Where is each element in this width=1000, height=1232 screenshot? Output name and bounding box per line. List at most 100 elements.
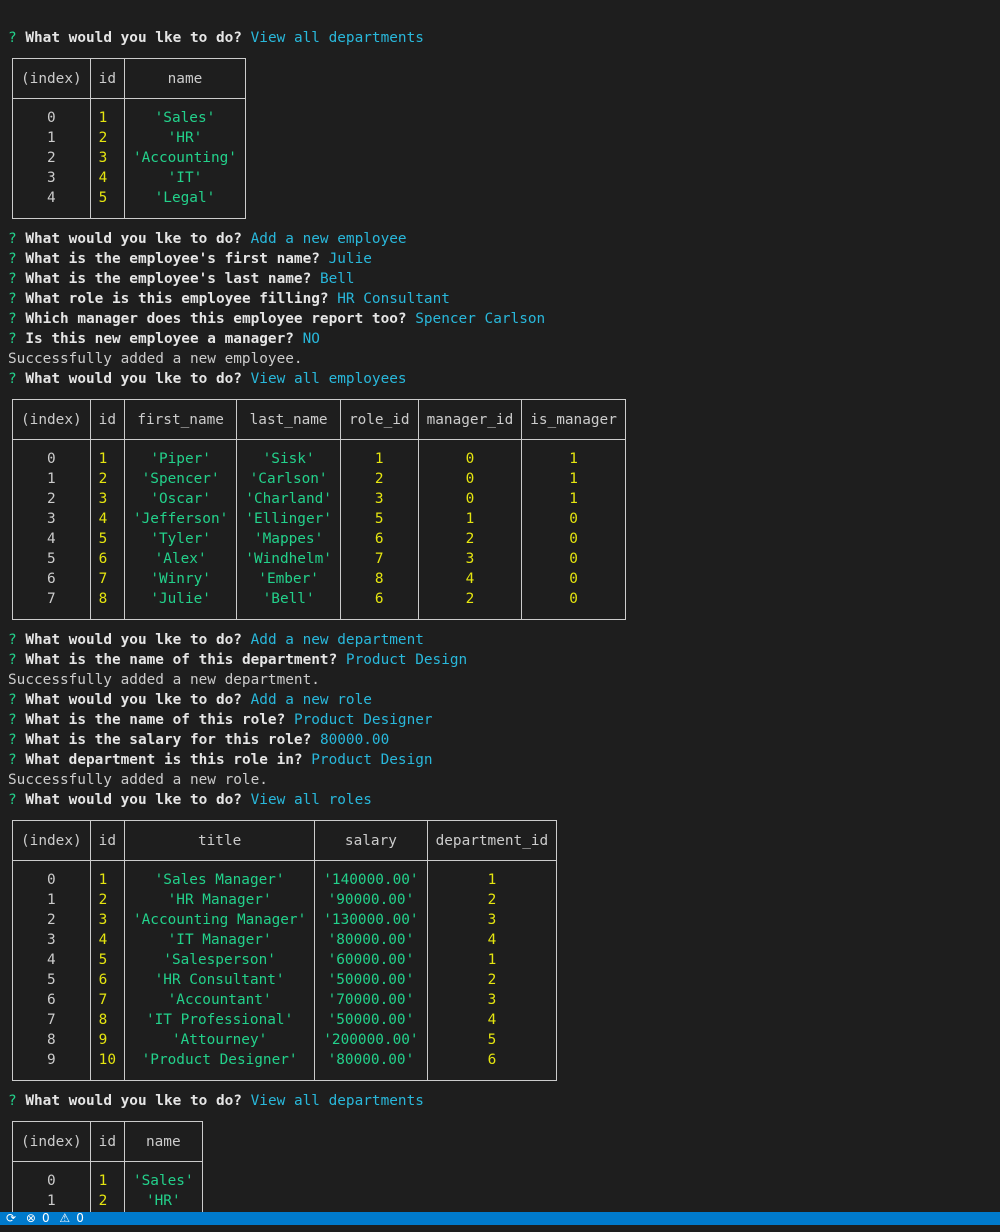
table-cell: 'Ellinger' [236,509,341,529]
table-cell: '70000.00' [314,990,428,1010]
sync-icon[interactable]: ⟳ [6,1212,16,1225]
table-cell: 4 [417,569,523,589]
column-header: name [123,58,246,99]
table-cell: 2 [426,890,558,910]
table-row: 7 8 'IT Professional' '50000.00' 4 [12,1010,558,1030]
column-header: role_id [339,399,419,440]
warning-triangle-icon[interactable]: ⚠ [59,1212,70,1225]
table-cell: 3 [89,910,125,930]
table-cell: 10 [89,1050,125,1081]
table-cell: 5 [12,549,91,569]
table-cell: 7 [89,569,125,589]
table-cell: 8 [89,1010,125,1030]
table-cell: 'Spencer' [123,469,238,489]
roles-table: (index) id title salary department_id 0 1 'Sale… [12,820,558,1081]
table-cell: 8 [12,1030,91,1050]
error-circle-icon[interactable]: ⊗ [26,1212,36,1225]
question-mark: ? [8,752,17,768]
prompt-question: What would you lke to do? [25,632,242,648]
prompt-line: ? What is the employee's first name? Jul… [8,249,1000,269]
table-cell: 4 [12,188,91,219]
table-cell: 3 [426,910,558,930]
table-cell: 2 [417,589,523,620]
table-cell: 0 [521,589,626,620]
table-header-row: (index) id title salary department_id [12,820,558,861]
question-mark: ? [8,271,17,287]
column-header: last_name [236,399,341,440]
column-header: title [123,820,316,861]
table-cell: 3 [417,549,523,569]
table-cell: 'Accounting Manager' [123,910,316,930]
table-cell: 0 [12,1161,91,1191]
table-row: 4 5 'Salesperson' '60000.00' 1 [12,950,558,970]
question-mark: ? [8,652,17,668]
prompt-line: ? What is the name of this department? P… [8,650,1000,670]
table-cell: 'Bell' [236,589,341,620]
table-row: 3 4 'Jefferson' 'Ellinger' 5 1 0 [12,509,626,529]
table-cell: 0 [521,569,626,589]
column-header: id [89,399,125,440]
table-cell: 0 [417,439,523,469]
table-cell: 4 [89,509,125,529]
table-cell: 'Julie' [123,589,238,620]
table-row: 1 2 'HR' [12,128,246,148]
table-cell: 'Alex' [123,549,238,569]
prompt-question: What would you lke to do? [25,30,242,46]
departments-table: (index) id name 0 1 'Sales' 1 2 'HR' 2 3 'Accountin… [12,58,246,219]
table-cell: 1 [521,489,626,509]
prompt-answer: Product Design [311,752,433,768]
prompt-answer: Product Design [345,652,468,668]
table-cell: '80000.00' [314,1050,428,1081]
error-count: 0 [41,1212,50,1225]
table-cell: 'Piper' [123,439,238,469]
table-row: 9 10 'Product Designer' '80000.00' 6 [12,1050,558,1081]
terminal-output[interactable]: ? What would you lke to do? View all dep… [8,28,1000,1232]
table-cell: 7 [339,549,419,569]
table-cell: 1 [89,860,125,890]
prompt-answer: View all departments [250,30,424,46]
prompt-answer: Spencer Carlson [415,311,546,327]
table-cell: 'Salesperson' [123,950,316,970]
prompt-answer: Add a new role [250,692,372,708]
prompt-question: What department is this role in? [25,752,303,768]
table-cell: 6 [89,970,125,990]
table-cell: 3 [426,990,558,1010]
table-cell: 7 [12,1010,91,1030]
prompt-question: Is this new employee a manager? [25,331,294,347]
question-mark: ? [8,632,17,648]
table-cell: 'IT Professional' [123,1010,316,1030]
table-cell: 3 [12,930,91,950]
prompt-question: What would you lke to do? [25,692,242,708]
column-header: first_name [123,399,238,440]
table-cell: '50000.00' [314,1010,428,1030]
table-cell: 0 [417,469,523,489]
table-cell: 6 [426,1050,558,1081]
table-row: 6 7 'Accountant' '70000.00' 3 [12,990,558,1010]
table-row: 2 3 'Accounting Manager' '130000.00' 3 [12,910,558,930]
table-cell: 1 [426,860,558,890]
table-cell: 5 [12,970,91,990]
prompt-answer: View all departments [250,1093,424,1109]
column-header: id [89,1121,125,1162]
table-cell: 'Accounting' [123,148,246,168]
table-row: 0 1 'Piper' 'Sisk' 1 0 1 [12,439,626,469]
table-row: 8 9 'Attourney' '200000.00' 5 [12,1030,558,1050]
table-cell: '80000.00' [314,930,428,950]
question-mark: ? [8,231,17,247]
table-cell: 1 [12,890,91,910]
table-cell: 4 [426,930,558,950]
table-cell: 2 [426,970,558,990]
table-cell: '50000.00' [314,970,428,990]
table-cell: 6 [12,569,91,589]
table-cell: 5 [89,188,125,219]
table-cell: 0 [12,439,91,469]
table-row: 0 1 'Sales' [12,98,246,128]
table-cell: 6 [339,529,419,549]
question-mark: ? [8,30,17,46]
table-cell: 3 [89,148,125,168]
question-mark: ? [8,291,17,307]
prompt-line: ? Is this new employee a manager? NO [8,329,1000,349]
table-cell: 'Sisk' [236,439,341,469]
table-cell: 'HR Consultant' [123,970,316,990]
prompt-line: ? What is the name of this role? Product… [8,710,1000,730]
